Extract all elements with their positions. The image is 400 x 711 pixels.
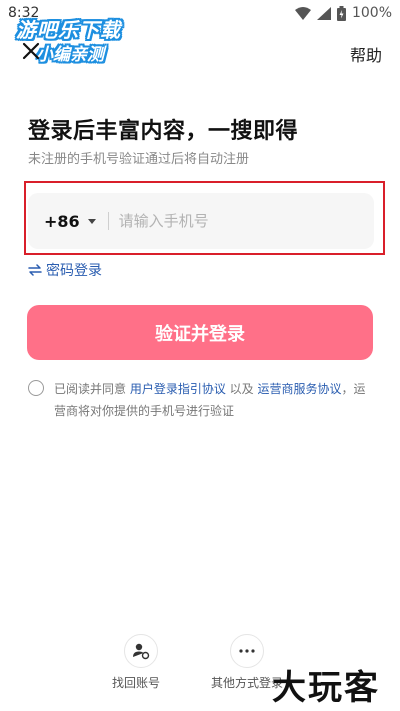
watermark-line2: 小编亲测 bbox=[36, 45, 104, 65]
page-subtitle: 未注册的手机号验证通过后将自动注册 bbox=[28, 152, 250, 167]
brand-watermark: 大玩客 bbox=[272, 668, 380, 708]
retrieve-account-label: 找回账号 bbox=[112, 676, 161, 690]
user-refresh-icon bbox=[133, 643, 150, 660]
field-divider bbox=[107, 212, 109, 230]
phone-field[interactable]: +86 bbox=[28, 193, 374, 249]
switch-icon bbox=[28, 264, 42, 276]
agreement-checkbox[interactable] bbox=[28, 380, 44, 396]
operator-agreement-link[interactable]: 运营商服务协议 bbox=[257, 382, 341, 396]
wifi-icon bbox=[294, 6, 311, 20]
status-icons: 100% bbox=[294, 5, 392, 21]
close-icon bbox=[22, 42, 40, 60]
verify-login-button[interactable]: 验证并登录 bbox=[27, 305, 373, 360]
battery-percent: 100% bbox=[351, 5, 392, 21]
retrieve-account-circle[interactable] bbox=[124, 634, 158, 668]
help-link[interactable]: 帮助 bbox=[350, 42, 382, 66]
retrieve-account-button[interactable]: 找回账号 bbox=[112, 634, 166, 691]
agreement-row: 已阅读并同意 用户登录指引协议 以及 运营商服务协议，运营商将对你提供的手机号进… bbox=[28, 378, 374, 422]
password-login-link[interactable]: 密码登录 bbox=[28, 260, 102, 280]
battery-icon bbox=[336, 5, 346, 21]
close-button[interactable] bbox=[18, 38, 44, 64]
chevron-down-icon[interactable] bbox=[87, 218, 96, 224]
more-icon bbox=[239, 649, 255, 653]
password-login-label: 密码登录 bbox=[46, 263, 102, 279]
user-agreement-link[interactable]: 用户登录指引协议 bbox=[130, 382, 226, 396]
page-title: 登录后丰富内容，一搜即得 bbox=[28, 119, 299, 144]
agreement-text: 已阅读并同意 用户登录指引协议 以及 运营商服务协议，运营商将对你提供的手机号进… bbox=[54, 378, 374, 422]
agreement-prefix: 已阅读并同意 bbox=[54, 382, 130, 396]
agreement-middle: 以及 bbox=[225, 382, 258, 396]
phone-input[interactable] bbox=[118, 212, 374, 230]
signal-icon bbox=[316, 6, 331, 20]
country-code-selector[interactable]: +86 bbox=[44, 212, 80, 231]
other-login-methods-circle[interactable] bbox=[230, 634, 264, 668]
